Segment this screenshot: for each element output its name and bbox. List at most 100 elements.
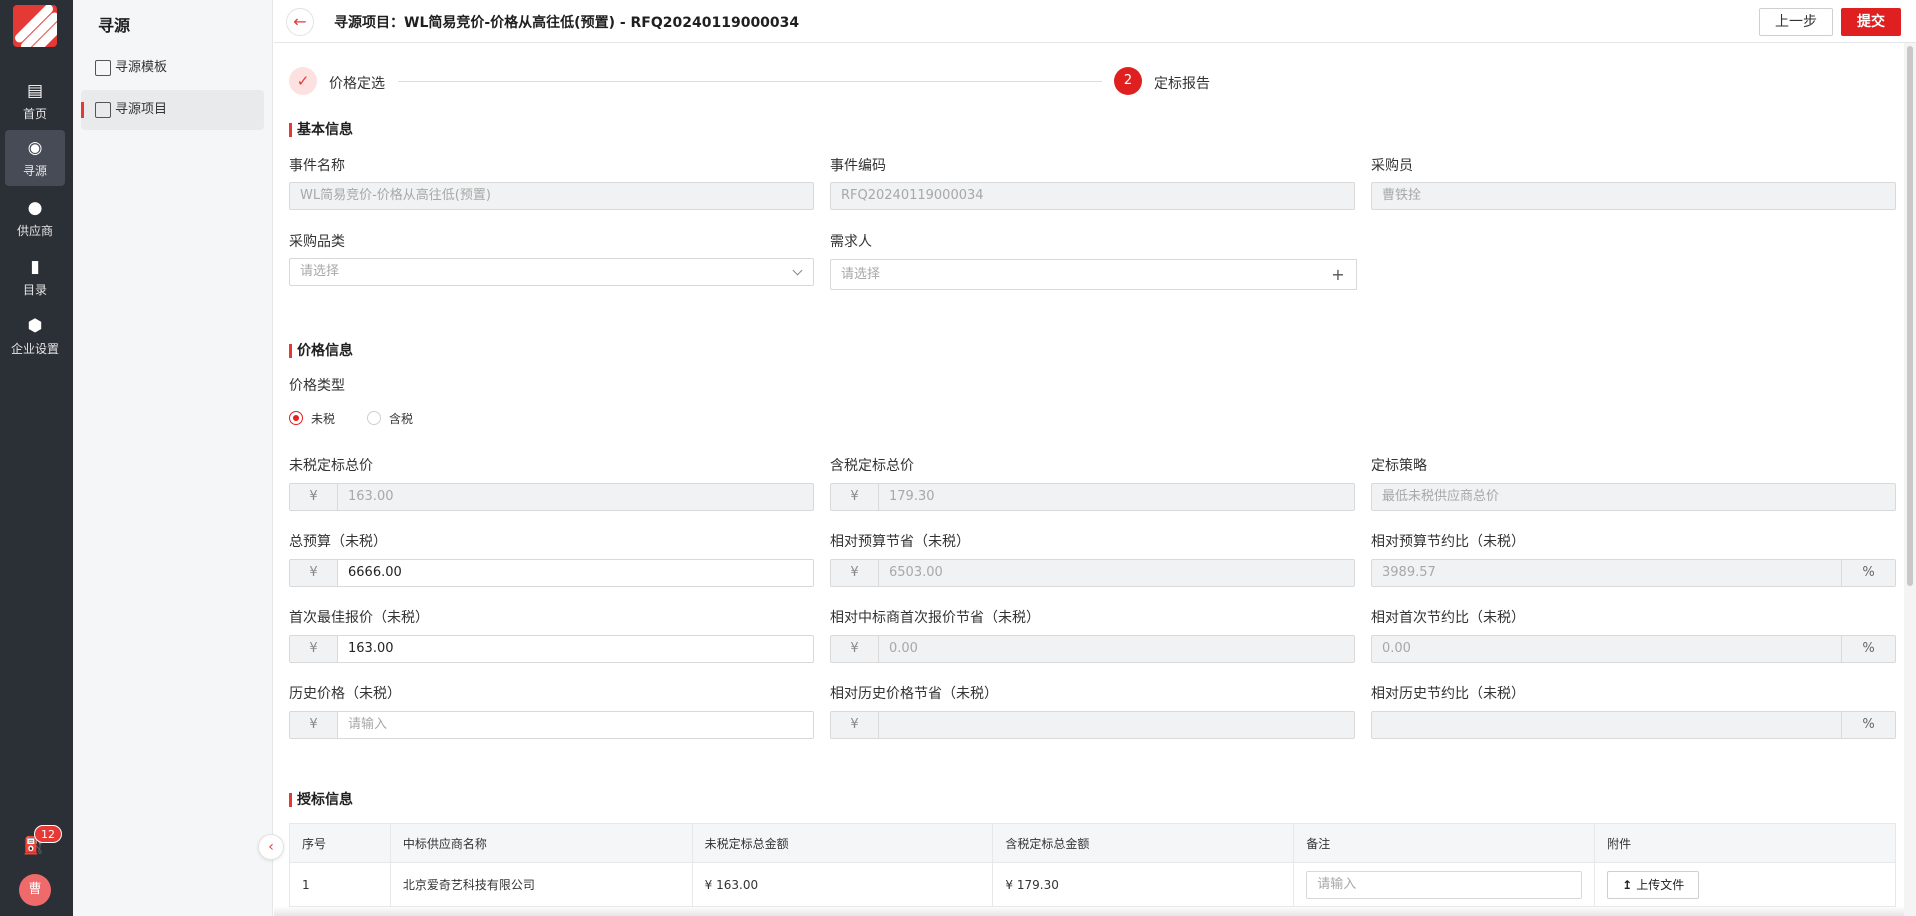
rail-item-supplier[interactable]: ● 供应商	[5, 190, 65, 246]
rail-item-catalog[interactable]: ▮ 目录	[5, 249, 65, 305]
field-label: 事件名称	[289, 158, 345, 174]
award-table: 序号 中标供应商名称 未税定标总金额 含税定标总金额 备注 附件 1 北京爱奇艺…	[289, 823, 1896, 907]
field-value: 6503.00	[889, 565, 943, 580]
sidebar-item-templates[interactable]: 寻源模板	[81, 48, 264, 88]
field-label: 相对预算节约比（未税）	[1371, 534, 1525, 550]
currency-prefix: ¥	[290, 712, 338, 738]
field-label: 需求人	[830, 234, 872, 250]
radio-label[interactable]: 未税	[311, 410, 335, 427]
history-saving-field: ¥	[830, 711, 1355, 739]
input-placeholder[interactable]: 请输入	[348, 712, 387, 738]
avatar[interactable]: 曹	[19, 874, 51, 906]
rail-item-home[interactable]: ▤ 首页	[5, 73, 65, 129]
field-label: 价格类型	[289, 378, 345, 394]
currency-prefix: ¥	[831, 636, 879, 662]
add-requester-button[interactable]: +	[1320, 259, 1357, 290]
field-label: 相对历史价格节省（未税）	[830, 686, 998, 702]
buyer-field: 曹铁拴	[1371, 182, 1896, 210]
upload-label: 上传文件	[1636, 877, 1685, 892]
field-label: 相对预算节省（未税）	[830, 534, 970, 550]
column-header: 附件	[1594, 823, 1896, 863]
rail-item-label: 寻源	[22, 164, 47, 178]
currency-prefix: ¥	[290, 484, 338, 510]
currency-prefix: ¥	[290, 560, 338, 586]
rail-item-label: 企业设置	[10, 342, 59, 356]
table-row: 1 北京爱奇艺科技有限公司 ¥ 163.00 ¥ 179.30 请输入 ↥ 上传文…	[289, 862, 1896, 907]
currency-prefix: ¥	[831, 484, 879, 510]
row-index: 1	[289, 862, 391, 907]
field-value: 3989.57	[1382, 565, 1436, 580]
section-title-price: 价格信息	[289, 343, 353, 359]
collapse-sidebar-button[interactable]: ‹	[258, 834, 284, 860]
untaxed-total-field: ¥ 163.00	[289, 483, 814, 511]
field-label: 相对历史节约比（未税）	[1371, 686, 1525, 702]
column-header: 备注	[1293, 823, 1596, 863]
supplier-name: 北京爱奇艺科技有限公司	[389, 862, 693, 907]
upload-file-button[interactable]: ↥ 上传文件	[1607, 870, 1700, 899]
field-label: 定标策略	[1371, 458, 1427, 474]
currency-prefix: ¥	[831, 560, 879, 586]
event-name-field: WL简易竞价-价格从高往低(预置)	[289, 182, 814, 210]
untaxed-amount: ¥ 163.00	[691, 862, 994, 907]
prev-step-button[interactable]: 上一步	[1759, 8, 1833, 36]
notification-badge: 12	[34, 825, 62, 843]
step-label[interactable]: 定标报告	[1154, 73, 1210, 93]
field-value: 0.00	[889, 641, 918, 656]
sidebar-item-label: 寻源项目	[115, 102, 168, 117]
field-value[interactable]: 6666.00	[348, 560, 402, 586]
step-connector	[398, 81, 1102, 82]
percent-suffix: %	[1841, 636, 1895, 662]
page-header: ← 寻源项目：WL简易竞价-价格从高往低(预置) - RFQ2024011900…	[274, 0, 1916, 43]
attachment-cell: ↥ 上传文件	[1594, 862, 1896, 907]
radio-taxed[interactable]	[367, 411, 381, 425]
field-label: 未税定标总价	[289, 458, 373, 474]
back-arrow-icon[interactable]: ←	[286, 8, 314, 36]
radio-label[interactable]: 含税	[389, 410, 413, 427]
first-best-price-input[interactable]: ¥ 163.00	[289, 635, 814, 663]
scrollbar-thumb[interactable]	[1907, 46, 1913, 586]
field-value[interactable]: 163.00	[348, 636, 394, 662]
field-label: 含税定标总价	[830, 458, 914, 474]
rail-item-settings[interactable]: ⬢ 企业设置	[5, 308, 65, 364]
field-value: 163.00	[348, 489, 394, 504]
rail-item-label: 目录	[22, 283, 47, 297]
first-saving-ratio-field: 0.00 %	[1371, 635, 1896, 663]
upload-icon: ↥	[1622, 877, 1633, 892]
sidebar-item-label: 寻源模板	[115, 60, 168, 75]
budget-saving-ratio-field: 3989.57 %	[1371, 559, 1896, 587]
page-title: 寻源项目：WL简易竞价-价格从高往低(预置) - RFQ202401190000…	[334, 15, 800, 31]
budget-input[interactable]: ¥ 6666.00	[289, 559, 814, 587]
category-select[interactable]: 请选择	[289, 258, 814, 286]
history-saving-ratio-field: %	[1371, 711, 1896, 739]
field-value: 0.00	[1382, 641, 1411, 656]
column-header: 序号	[289, 823, 391, 863]
field-label: 相对首次节约比（未税）	[1371, 610, 1525, 626]
sub-sidebar-title: 寻源	[98, 16, 131, 35]
sourcing-icon: ◉	[27, 138, 43, 158]
field-label: 采购品类	[289, 234, 345, 250]
sidebar-item-projects[interactable]: 寻源项目	[81, 90, 264, 130]
history-price-input[interactable]: ¥ 请输入	[289, 711, 814, 739]
rail-item-sourcing[interactable]: ◉ 寻源	[5, 130, 65, 186]
taxed-total-field: ¥ 179.30	[830, 483, 1355, 511]
sub-sidebar: 寻源 寻源模板 寻源项目	[73, 0, 273, 916]
radio-untaxed[interactable]	[289, 411, 303, 425]
budget-saving-field: ¥ 6503.00	[830, 559, 1355, 587]
rail-item-label: 供应商	[16, 224, 53, 238]
field-value: 179.30	[889, 489, 935, 504]
percent-suffix: %	[1841, 560, 1895, 586]
taxed-amount: ¥ 179.30	[992, 862, 1295, 907]
template-grid-icon	[95, 60, 111, 76]
step-label[interactable]: 价格定选	[329, 73, 385, 93]
table-header-row: 序号 中标供应商名称 未税定标总金额 含税定标总金额 备注 附件	[289, 823, 1896, 863]
app-logo[interactable]	[13, 5, 57, 47]
field-label: 总预算（未税）	[289, 534, 387, 550]
project-chat-icon	[95, 102, 111, 118]
nav-rail: ▤ 首页 ◉ 寻源 ● 供应商 ▮ 目录 ⬢ 企业设置 ⛽ 12 曹	[0, 0, 73, 916]
requester-select[interactable]: 请选择	[830, 259, 1321, 290]
scroll-fade	[274, 906, 1904, 916]
remark-cell: 请输入	[1293, 862, 1596, 907]
remark-input[interactable]: 请输入	[1306, 870, 1583, 899]
award-strategy-field: 最低未税供应商总价	[1371, 483, 1896, 511]
submit-button[interactable]: 提交	[1841, 8, 1901, 36]
